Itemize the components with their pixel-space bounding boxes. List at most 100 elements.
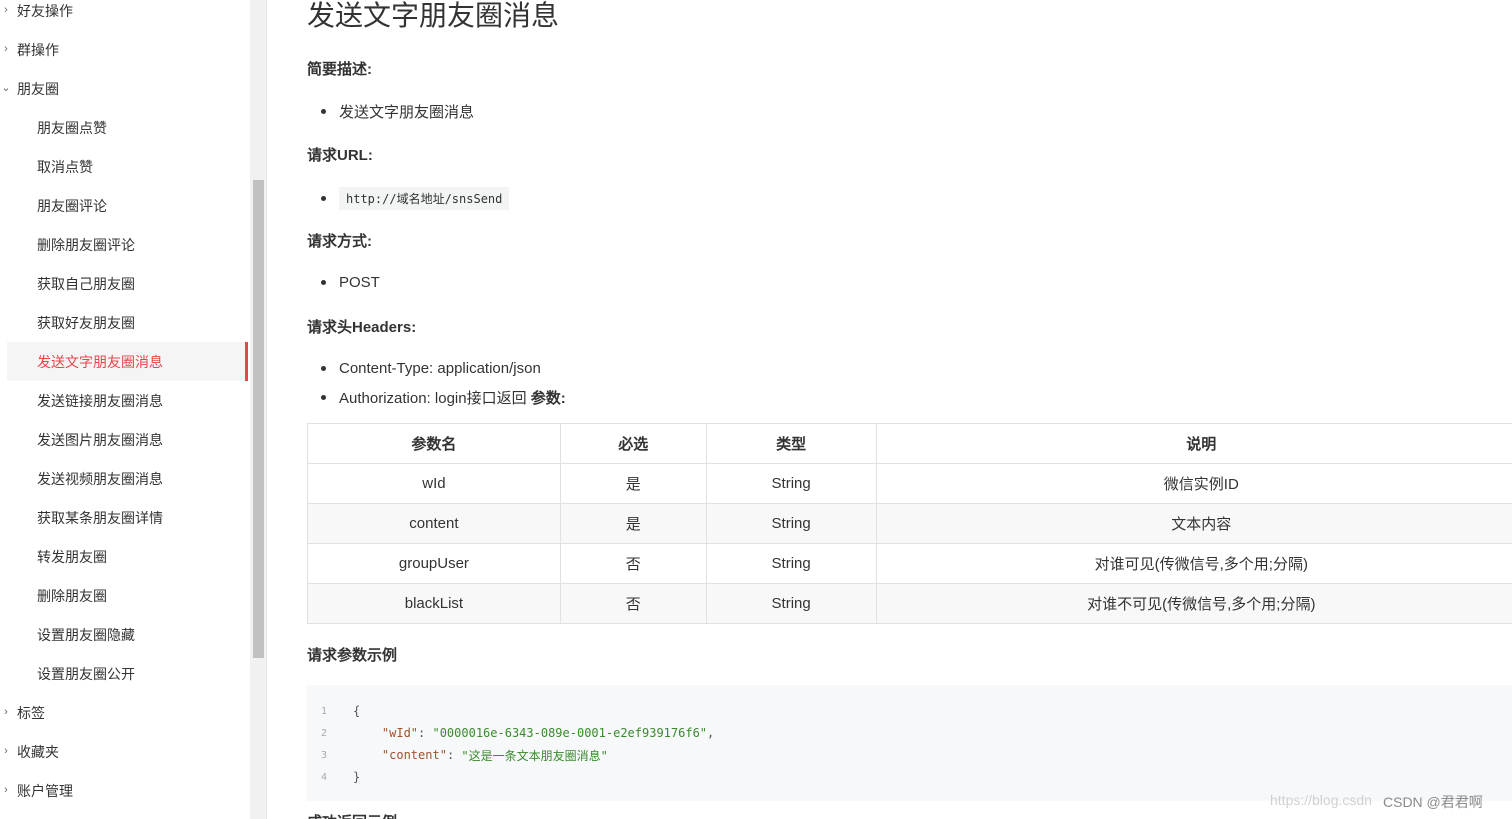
sidebar-item-label: 朋友圈点赞: [37, 119, 107, 136]
code-line: 2 "wId": "0000016e-6343-089e-0001-e2ef93…: [307, 722, 714, 744]
sidebar-item[interactable]: 发送文字朋友圈消息: [7, 342, 248, 381]
main-content: 发送文字朋友圈消息 简要描述: 发送文字朋友圈消息 请求URL: http://…: [307, 0, 1512, 819]
sidebar-item[interactable]: 删除朋友圈评论: [0, 225, 248, 264]
cell-required: 否: [559, 543, 707, 584]
col-header-type: 类型: [705, 423, 877, 464]
sidebar-item-label: 账户管理: [17, 782, 73, 799]
cell-desc: 对谁不可见(传微信号,多个用;分隔): [875, 583, 1512, 624]
line-number: 2: [320, 727, 327, 739]
sidebar-item-label: 设置朋友圈隐藏: [37, 626, 135, 643]
method-value: POST: [339, 274, 380, 291]
code-line: 4}: [307, 766, 360, 788]
table-row: wId 是 String 微信实例ID: [307, 463, 1512, 504]
code-value-wid: "0000016e-6343-089e-0001-e2ef939176f6": [432, 726, 708, 740]
watermark-url: https://blog.csdn: [1270, 792, 1372, 808]
sidebar-item-label: 朋友圈: [17, 80, 59, 97]
sidebar-item[interactable]: 转发朋友圈: [0, 537, 248, 576]
sidebar-group[interactable]: › 账户管理: [0, 771, 248, 810]
page-title: 发送文字朋友圈消息: [307, 0, 560, 31]
sidebar-item-label: 朋友圈评论: [37, 197, 107, 214]
sidebar-group[interactable]: ⌄ 朋友圈: [0, 69, 248, 108]
cell-required: 是: [559, 503, 707, 544]
sidebar-item-label: 发送视频朋友圈消息: [37, 470, 163, 487]
sidebar-divider: [266, 0, 267, 819]
sidebar-item[interactable]: 获取某条朋友圈详情: [0, 498, 248, 537]
sidebar-item-label: 获取某条朋友圈详情: [37, 509, 163, 526]
cell-type: String: [705, 463, 877, 504]
method-label: 请求方式:: [307, 233, 372, 250]
table-row: content 是 String 文本内容: [307, 503, 1512, 544]
cell-param-name: blackList: [307, 583, 561, 624]
sidebar-item-label: 删除朋友圈评论: [37, 236, 135, 253]
cell-desc: 微信实例ID: [875, 463, 1512, 504]
summary-item-text: 发送文字朋友圈消息: [339, 104, 475, 121]
params-inline-label: 参数:: [530, 390, 566, 407]
chevron-right-icon: ›: [4, 745, 8, 757]
sidebar-group[interactable]: › 好友操作: [0, 0, 248, 30]
code-close-brace: }: [353, 770, 361, 784]
cell-type: String: [705, 503, 877, 544]
sidebar-item-label: 取消点赞: [37, 158, 93, 175]
col-header-required: 必选: [559, 423, 707, 464]
sidebar-item[interactable]: 发送链接朋友圈消息: [0, 381, 248, 420]
success-example-label: 成功返回示例: [307, 811, 397, 819]
headers-label: 请求头Headers:: [307, 319, 417, 336]
sidebar-nav: › 好友操作 › 群操作 ⌄ 朋友圈 朋友圈点赞 取消点赞 朋友圈评论 删除朋友圈评论 获取自己朋友…: [0, 0, 250, 819]
watermark: CSDN @君君啊: [1383, 794, 1483, 810]
sidebar-group[interactable]: › 群操作: [0, 30, 248, 69]
col-header-desc: 说明: [875, 423, 1512, 464]
chevron-right-icon: ›: [4, 43, 8, 55]
sidebar-group[interactable]: › 收藏夹: [0, 732, 248, 771]
cell-desc: 文本内容: [875, 503, 1512, 544]
code-line: 3 "content": "这是一条文本朋友圈消息": [307, 744, 608, 766]
code-key-wid: "wId": [381, 726, 419, 740]
cell-param-name: wId: [307, 463, 561, 504]
sidebar-item[interactable]: 朋友圈评论: [0, 186, 248, 225]
sidebar-item-label: 发送图片朋友圈消息: [37, 431, 163, 448]
code-value-content: "这是一条文本朋友圈消息": [461, 748, 608, 763]
sidebar-item-label: 好友操作: [17, 2, 73, 19]
code-key-content: "content": [381, 748, 447, 762]
url-value: http://域名地址/snsSend: [339, 187, 510, 210]
header-authorization: Authorization: login接口返回 参数:: [321, 387, 566, 408]
method-item: POST: [321, 274, 380, 291]
sidebar-scrollbar-thumb[interactable]: [253, 180, 264, 658]
summary-item: 发送文字朋友圈消息: [321, 101, 474, 122]
sidebar-item[interactable]: 取消点赞: [0, 147, 248, 186]
cell-required: 是: [559, 463, 707, 504]
cell-param-name: groupUser: [307, 543, 561, 584]
example-label: 请求参数示例: [307, 647, 398, 664]
sidebar-item-label: 转发朋友圈: [37, 548, 107, 565]
cell-param-name: content: [307, 503, 561, 544]
sidebar-item[interactable]: 获取自己朋友圈: [0, 264, 248, 303]
summary-label: 简要描述:: [307, 61, 372, 78]
cell-type: String: [705, 583, 877, 624]
sidebar-item[interactable]: 朋友圈点赞: [0, 108, 248, 147]
sidebar-item-label: 群操作: [17, 41, 59, 58]
sidebar-item[interactable]: 获取好友朋友圈: [0, 303, 248, 342]
sidebar-item-label: 设置朋友圈公开: [37, 665, 135, 682]
header-auth-text: Authorization: login接口返回: [339, 390, 527, 407]
col-header-name: 参数名: [307, 423, 561, 464]
header-content-type-text: Content-Type: application/json: [339, 360, 541, 377]
sidebar-item[interactable]: 发送视频朋友圈消息: [0, 459, 248, 498]
chevron-right-icon: ›: [4, 706, 8, 718]
sidebar-item[interactable]: 设置朋友圈公开: [0, 654, 248, 693]
sidebar-item-label: 收藏夹: [17, 743, 59, 760]
url-item: http://域名地址/snsSend: [321, 187, 510, 210]
sidebar-item-label: 删除朋友圈: [37, 587, 107, 604]
sidebar-group[interactable]: › 标签: [0, 693, 248, 732]
sidebar-item-label: 标签: [17, 704, 45, 721]
chevron-down-icon: ⌄: [1, 82, 11, 94]
sidebar-item-label: 获取自己朋友圈: [37, 275, 135, 292]
sidebar-item[interactable]: 发送图片朋友圈消息: [0, 420, 248, 459]
cell-desc: 对谁可见(传微信号,多个用;分隔): [875, 543, 1512, 584]
line-number: 1: [320, 705, 327, 717]
sidebar-item[interactable]: 设置朋友圈隐藏: [0, 615, 248, 654]
table-row: blackList 否 String 对谁不可见(传微信号,多个用;分隔): [307, 583, 1512, 624]
sidebar-item[interactable]: 删除朋友圈: [0, 576, 248, 615]
sidebar-item-label: 获取好友朋友圈: [37, 314, 135, 331]
sidebar-item-label: 发送文字朋友圈消息: [37, 353, 163, 370]
params-table: 参数名 必选 类型 说明 wId 是 String 微信实例ID content…: [307, 423, 1512, 624]
code-line: 1{: [307, 700, 360, 722]
